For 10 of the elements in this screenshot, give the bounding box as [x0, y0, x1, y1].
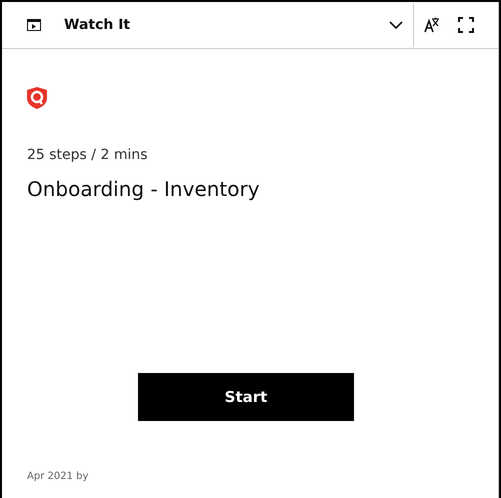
publish-date: Apr 2021 by: [27, 471, 90, 482]
guide-meta: 25 steps / 2 mins: [27, 147, 149, 163]
chevron-down-icon[interactable]: [389, 21, 403, 29]
window-title: Watch It: [64, 17, 132, 33]
video-window-icon: [27, 19, 41, 31]
start-button[interactable]: Start: [138, 373, 354, 421]
translate-icon[interactable]: [424, 17, 440, 33]
guide-title: Onboarding - Inventory: [27, 177, 261, 201]
fullscreen-icon[interactable]: [458, 17, 474, 33]
shield-logo-icon: [27, 87, 47, 109]
